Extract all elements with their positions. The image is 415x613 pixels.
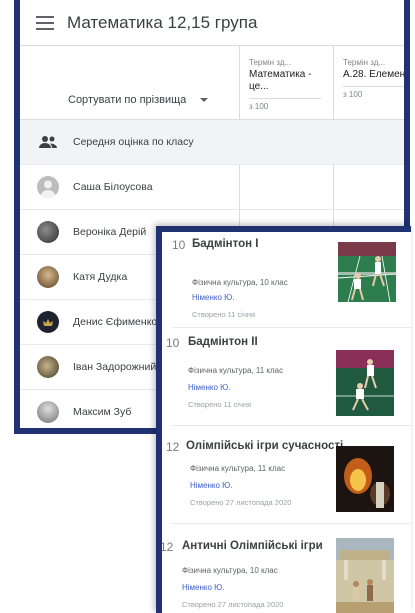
course-number: 10 xyxy=(166,336,180,350)
olympic-torch-image xyxy=(336,446,394,512)
course-teacher-link[interactable]: Німенко Ю. xyxy=(188,383,231,392)
assignment-column-1[interactable]: Термін зд... Математика - це... з 100 xyxy=(249,58,331,111)
course-title[interactable]: Олімпійські ігри сучасності xyxy=(186,440,343,452)
course-created-date: Створено 27 листопада 2020 xyxy=(182,600,284,609)
course-teacher-link[interactable]: Німенко Ю. xyxy=(182,583,225,592)
course-title[interactable]: Бадмінтон ІІ xyxy=(188,336,258,348)
sort-label: Сортувати по прізвища xyxy=(68,94,187,106)
assignment-due: Термін зд... xyxy=(343,58,386,67)
assignment-due: Термін зд... xyxy=(249,58,292,67)
ancient-olympics-painting-image xyxy=(336,538,394,613)
student-photo-avatar xyxy=(37,266,59,288)
card-divider xyxy=(172,425,411,426)
sort-dropdown[interactable]: Сортувати по прізвища xyxy=(68,94,209,106)
course-created-date: Створено 11 січня xyxy=(192,310,256,319)
gradebook-header: Математика 12,15 група xyxy=(20,0,404,46)
course-subject: Фізична культура, 11 клас xyxy=(188,366,284,375)
student-name: Вероніка Дерій xyxy=(73,226,147,238)
course-number: 12 xyxy=(160,540,174,554)
student-photo-avatar xyxy=(37,221,59,243)
course-number: 10 xyxy=(172,238,186,252)
card-divider xyxy=(172,327,411,328)
caret-down-icon xyxy=(200,98,209,102)
course-title[interactable]: Античні Олімпійські ігри xyxy=(182,540,323,552)
course-created-date: Створено 11 січня xyxy=(188,400,252,409)
course-list-window: 10 Бадмінтон І Фізична культура, 10 клас… xyxy=(156,226,411,613)
course-number: 12 xyxy=(166,440,180,454)
badminton-players-image xyxy=(336,350,394,416)
assignment-column-2[interactable]: Термін зд... А.28. Елемент... з 100 xyxy=(343,58,410,99)
course-card[interactable]: 10 Бадмінтон ІІ Фізична культура, 11 кла… xyxy=(162,330,411,426)
student-name: Саша Білоусова xyxy=(73,181,153,193)
course-card[interactable]: 12 Античні Олімпійські ігри Фізична куль… xyxy=(162,526,411,613)
card-divider xyxy=(172,523,411,524)
class-title: Математика 12,15 група xyxy=(67,12,258,32)
student-photo-avatar xyxy=(37,356,59,378)
badminton-doubles-image xyxy=(338,242,396,302)
student-name: Денис Єфименко xyxy=(73,316,158,328)
course-card[interactable]: 12 Олімпійські ігри сучасності Фізична к… xyxy=(162,428,411,524)
class-average-label: Середня оцінка по класу xyxy=(73,136,194,148)
assignment-points: з 100 xyxy=(343,86,404,99)
course-subject: Фізична культура, 10 клас xyxy=(192,278,288,287)
student-name: Максим Зуб xyxy=(73,406,132,418)
student-name: Іван Задорожний xyxy=(73,361,157,373)
default-avatar-icon xyxy=(37,176,59,199)
course-teacher-link[interactable]: Німенко Ю. xyxy=(190,481,233,490)
group-icon xyxy=(37,131,59,153)
course-subject: Фізична культура, 10 клас xyxy=(182,566,278,575)
hamburger-menu-icon[interactable] xyxy=(36,15,54,30)
course-teacher-link[interactable]: Німенко Ю. xyxy=(192,293,235,302)
student-photo-avatar xyxy=(37,401,59,423)
student-row[interactable]: Саша Білоусова xyxy=(20,165,404,210)
course-created-date: Створено 27 листопада 2020 xyxy=(190,498,292,507)
course-title[interactable]: Бадмінтон І xyxy=(192,238,258,250)
assignment-name: А.28. Елемент... xyxy=(343,69,410,80)
course-subject: Фізична культура, 11 клас xyxy=(190,464,286,473)
course-card[interactable]: 10 Бадмінтон І Фізична культура, 10 клас… xyxy=(162,232,411,328)
assignment-points: з 100 xyxy=(249,98,321,111)
assignment-name: Математика - це... xyxy=(249,69,312,92)
student-photo-avatar xyxy=(37,311,59,333)
class-average-row: Середня оцінка по класу xyxy=(20,120,404,165)
student-name: Катя Дудка xyxy=(73,271,128,283)
